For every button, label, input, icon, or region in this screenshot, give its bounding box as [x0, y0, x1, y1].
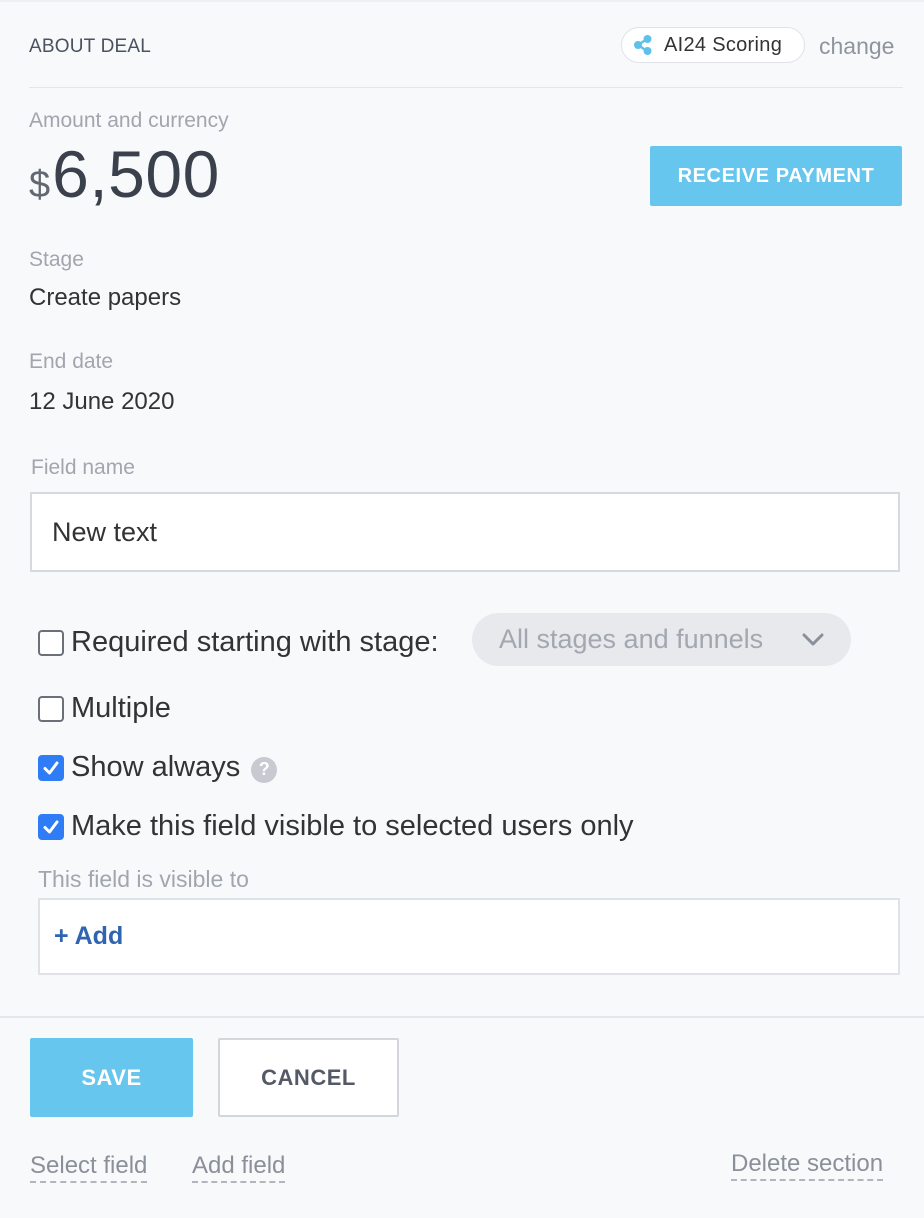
top-border	[0, 0, 924, 2]
checkmark-icon	[43, 761, 59, 774]
currency-symbol: $	[29, 164, 51, 206]
receive-payment-button[interactable]: RECEIVE PAYMENT	[650, 146, 902, 206]
amount-label: Amount and currency	[29, 109, 229, 132]
show-always-label: Show always	[71, 751, 241, 783]
deal-details-panel: ABOUT DEAL AI24 Scoring change Amount an…	[0, 0, 924, 1218]
ai-scoring-badge[interactable]: AI24 Scoring	[621, 27, 805, 63]
amount-number: 6,500	[52, 137, 220, 211]
add-field-link[interactable]: Add field	[192, 1152, 286, 1183]
required-checkbox[interactable]	[38, 629, 64, 656]
ai-scoring-label: AI24 Scoring	[664, 33, 783, 56]
amount-value: $ 6,500	[29, 136, 220, 212]
multiple-label: Multiple	[71, 692, 171, 724]
save-button[interactable]: SAVE	[30, 1038, 193, 1117]
visible-users-box[interactable]: + Add	[38, 898, 900, 975]
visible-selected-label: Make this field visible to selected user…	[71, 810, 634, 842]
select-field-link[interactable]: Select field	[30, 1152, 148, 1183]
field-name-label: Field name	[31, 456, 135, 479]
multiple-option: Multiple	[38, 692, 171, 725]
share-nodes-icon	[634, 35, 652, 55]
show-always-option: Show always ?	[38, 751, 278, 784]
help-icon[interactable]: ?	[251, 756, 278, 783]
end-date-label: End date	[29, 350, 114, 373]
required-option: Required starting with stage:	[38, 626, 439, 659]
change-link[interactable]: change	[819, 33, 894, 60]
required-label: Required starting with stage:	[71, 626, 439, 658]
field-name-input[interactable]	[30, 492, 900, 572]
section-title: ABOUT DEAL	[29, 36, 152, 57]
end-date-value: 12 June 2020	[29, 388, 175, 415]
chevron-down-icon	[802, 633, 824, 645]
delete-section-link[interactable]: Delete section	[731, 1150, 884, 1181]
stage-value: Create papers	[29, 284, 182, 311]
add-user-button[interactable]: + Add	[54, 922, 123, 951]
stage-label: Stage	[29, 248, 84, 271]
show-always-checkbox[interactable]	[38, 754, 64, 781]
cancel-button[interactable]: CANCEL	[218, 1038, 399, 1117]
multiple-checkbox[interactable]	[38, 695, 64, 722]
visible-to-label: This field is visible to	[38, 866, 249, 892]
visible-selected-checkbox[interactable]	[38, 813, 64, 840]
checkmark-icon	[43, 820, 59, 833]
stage-select-value: All stages and funnels	[499, 624, 764, 654]
header-divider	[29, 87, 903, 88]
stage-select[interactable]: All stages and funnels	[472, 613, 851, 666]
visible-selected-option: Make this field visible to selected user…	[38, 810, 634, 843]
footer-divider	[0, 1016, 924, 1018]
